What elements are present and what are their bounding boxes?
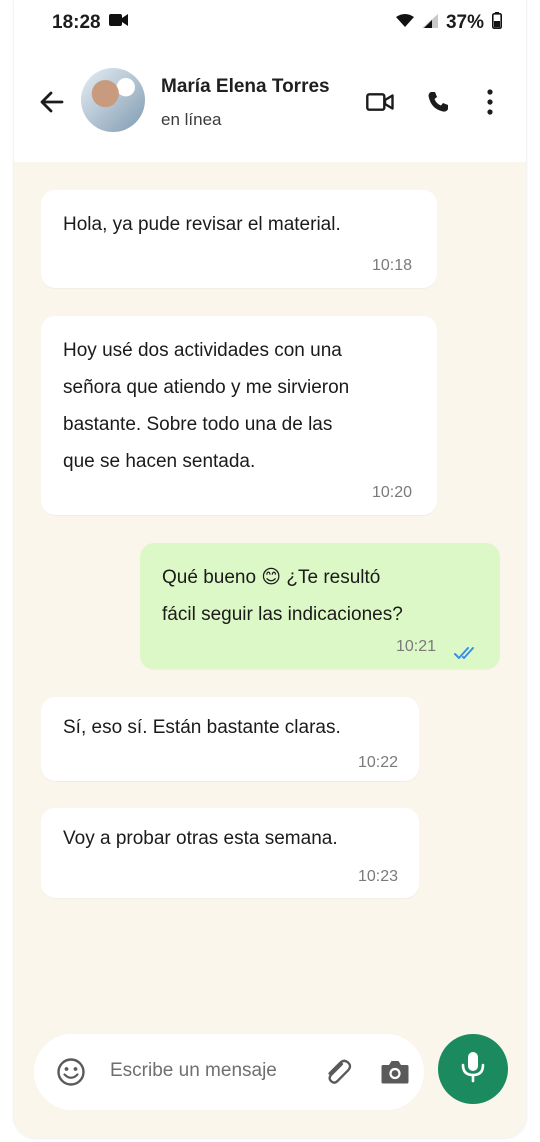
message-input[interactable]: Escribe un mensaje <box>110 1060 277 1082</box>
message-time: 10:22 <box>358 754 399 771</box>
message-bubble-incoming[interactable]: Hola, ya pude revisar el material. 10:18 <box>41 190 437 288</box>
chat-header: María Elena Torres en línea <box>14 46 526 162</box>
phone-icon[interactable] <box>422 86 454 118</box>
contact-status: en línea <box>161 110 222 129</box>
screen-record-icon <box>108 12 129 34</box>
message-text: Voy a probar otras esta semana. <box>63 828 338 849</box>
signal-icon <box>421 12 438 34</box>
mic-icon <box>460 1051 486 1088</box>
message-text: Hoy usé dos actividades con una señora q… <box>63 340 350 472</box>
message-text: Sí, eso sí. Están bastante claras. <box>63 717 341 738</box>
attach-icon[interactable] <box>322 1056 354 1093</box>
back-arrow-icon[interactable] <box>38 88 66 116</box>
battery-percentage: 37% <box>445 12 484 33</box>
message-input-bar[interactable]: Escribe un mensaje <box>34 1034 424 1110</box>
message-time: 10:21 <box>396 638 437 655</box>
message-bubble-incoming[interactable]: Sí, eso sí. Están bastante claras. 10:22 <box>41 697 419 781</box>
message-bubble-incoming[interactable]: Hoy usé dos actividades con una señora q… <box>41 316 437 515</box>
message-time: 10:20 <box>372 484 413 501</box>
mic-button[interactable] <box>438 1034 508 1104</box>
more-options-icon[interactable] <box>474 86 506 118</box>
message-text: Hola, ya pude revisar el material. <box>63 214 341 235</box>
message-bubble-incoming[interactable]: Voy a probar otras esta semana. 10:23 <box>41 808 419 898</box>
battery-icon <box>492 11 502 35</box>
wifi-icon <box>395 12 414 34</box>
message-bubble-outgoing[interactable]: Qué bueno 😊 ¿Te resultó fácil seguir las… <box>140 543 500 669</box>
emoji-icon[interactable] <box>56 1057 86 1092</box>
message-time: 10:23 <box>358 868 399 885</box>
camera-icon[interactable] <box>380 1058 410 1091</box>
message-text: Qué bueno 😊 ¿Te resultó fácil seguir las… <box>162 567 403 625</box>
video-call-icon[interactable] <box>364 86 396 118</box>
status-bar: 18:28 37% <box>14 0 526 46</box>
message-time: 10:18 <box>372 257 413 274</box>
avatar[interactable] <box>81 68 145 132</box>
status-time: 18:28 <box>52 12 101 33</box>
read-receipt-icon <box>454 637 480 674</box>
contact-name[interactable]: María Elena Torres <box>161 76 330 98</box>
chat-screen: 18:28 37% María Elena Torres en línea Ho… <box>14 0 526 1138</box>
